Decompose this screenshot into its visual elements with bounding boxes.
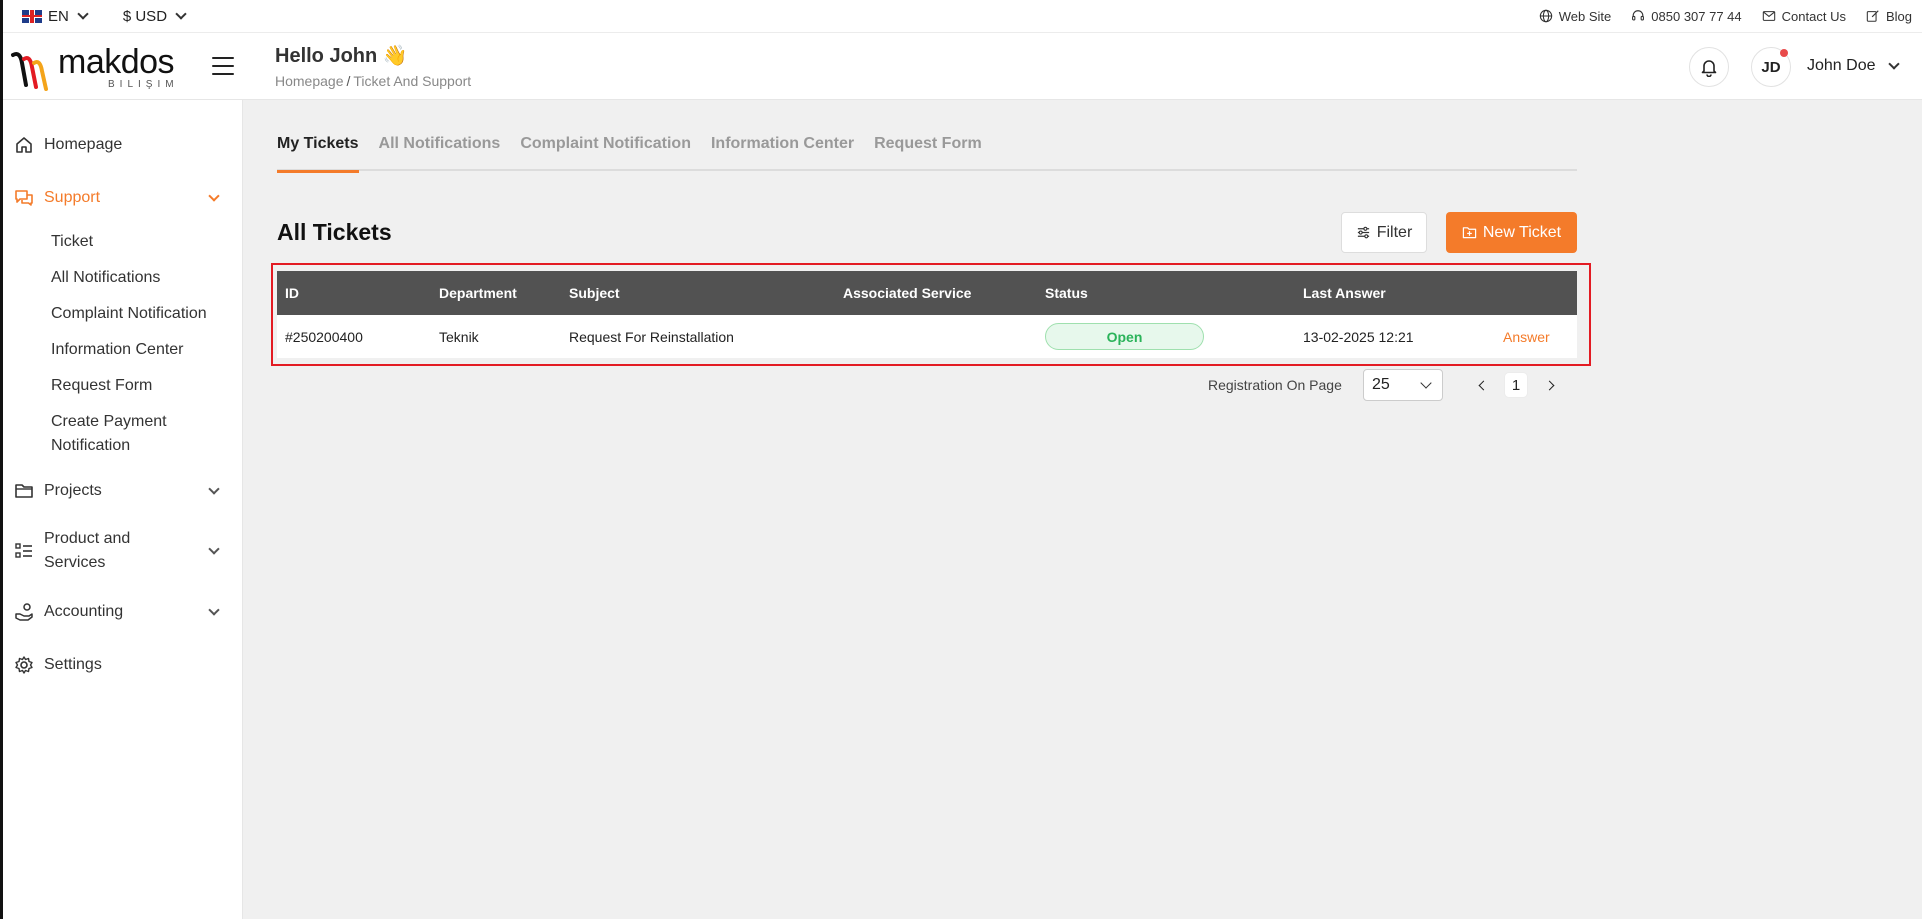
sidebar-subitem-request-form[interactable]: Request Form	[51, 374, 241, 398]
phone-label: 0850 307 77 44	[1651, 8, 1742, 24]
menu-toggle-button[interactable]	[212, 57, 234, 75]
headset-icon	[1632, 10, 1645, 21]
contact-link[interactable]: Contact Us	[1762, 9, 1846, 24]
edit-icon	[1866, 10, 1879, 22]
uk-flag-icon	[22, 9, 42, 23]
sidebar-item-support[interactable]: Support	[14, 186, 224, 210]
tab-bar: My Tickets All Notifications Complaint N…	[277, 131, 1577, 173]
tab-information-center[interactable]: Information Center	[711, 131, 854, 171]
tab-my-tickets[interactable]: My Tickets	[277, 131, 359, 173]
sidebar-item-label: Accounting	[44, 603, 124, 620]
tab-request-form[interactable]: Request Form	[874, 131, 982, 171]
avatar-initials: JD	[1761, 58, 1781, 76]
logo-mark-icon	[11, 52, 48, 91]
sidebar-item-homepage[interactable]: Homepage	[14, 133, 224, 157]
blog-link[interactable]: Blog	[1866, 9, 1912, 24]
chevron-down-icon	[208, 190, 220, 202]
sidebar-item-projects[interactable]: Projects	[14, 479, 224, 503]
tab-complaint-notification[interactable]: Complaint Notification	[520, 131, 691, 171]
breadcrumb-separator: /	[346, 73, 351, 89]
new-ticket-button[interactable]: New Ticket	[1446, 212, 1577, 253]
chevron-down-icon	[77, 7, 89, 20]
prev-page-button[interactable]	[1474, 377, 1490, 393]
sidebar: Homepage Support Ticket All Notification…	[0, 100, 243, 919]
sidebar-item-accounting[interactable]: Accounting	[14, 600, 224, 624]
next-page-button[interactable]	[1543, 377, 1559, 393]
chevron-down-icon	[208, 543, 220, 555]
user-menu[interactable]: John Doe	[1807, 57, 1900, 75]
add-folder-icon	[1462, 227, 1477, 239]
new-ticket-label: New Ticket	[1482, 223, 1562, 241]
logo-wordmark: makdos	[58, 43, 175, 81]
chevron-left-icon	[1478, 380, 1489, 390]
user-name: John Doe	[1807, 57, 1876, 74]
selection-highlight-box	[271, 263, 1591, 366]
sidebar-item-label: Homepage	[44, 136, 123, 153]
per-page-label: Registration On Page	[1208, 377, 1342, 393]
breadcrumb-home[interactable]: Homepage	[275, 73, 344, 89]
sidebar-subitem-information-center[interactable]: Information Center	[51, 338, 241, 362]
chevron-down-icon	[175, 7, 187, 20]
top-utility-bar: EN $ USD Web Site 0850 307 77 44 Contact…	[0, 0, 1922, 33]
chevron-down-icon	[1420, 377, 1432, 389]
chevron-down-icon	[1887, 57, 1900, 70]
filter-button[interactable]: Filter	[1341, 212, 1427, 253]
sidebar-item-settings[interactable]: Settings	[14, 653, 224, 677]
contact-label: Contact Us	[1781, 8, 1846, 24]
currency-label: $ USD	[122, 7, 168, 25]
sidebar-item-label: Support	[44, 189, 101, 206]
per-page-value: 25	[1372, 376, 1390, 393]
greeting: Hello John 👋	[275, 45, 408, 67]
sidebar-subitem-all-notifications[interactable]: All Notifications	[51, 266, 241, 290]
sidebar-subitem-complaint-notification[interactable]: Complaint Notification	[51, 302, 241, 326]
avatar[interactable]: JD	[1751, 47, 1791, 87]
sidebar-item-product-services[interactable]: Product and Services	[14, 527, 224, 575]
sidebar-item-label: Settings	[44, 656, 102, 673]
globe-icon	[1539, 9, 1552, 23]
status-dot	[1780, 49, 1788, 57]
sidebar-subitem-create-payment-notification[interactable]: Create Payment Notification	[51, 410, 211, 458]
language-label: EN	[48, 7, 69, 25]
language-selector[interactable]: EN	[22, 7, 89, 25]
currency-selector[interactable]: $ USD	[122, 7, 187, 25]
notifications-button[interactable]	[1689, 47, 1729, 87]
mail-icon	[1762, 11, 1775, 21]
list-icon	[15, 543, 32, 558]
breadcrumb: Homepage / Ticket And Support	[275, 73, 471, 89]
bell-icon	[1701, 60, 1717, 77]
breadcrumb-current: Ticket And Support	[353, 73, 472, 89]
tab-all-notifications[interactable]: All Notifications	[379, 131, 501, 171]
app-header: makdos BILIŞIM Hello John 👋 Homepage / Tic…	[0, 33, 1922, 100]
website-label: Web Site	[1558, 8, 1612, 24]
chevron-right-icon	[1544, 380, 1555, 390]
makdos-logo[interactable]: makdos BILIŞIM	[10, 43, 175, 91]
sidebar-item-label: Projects	[44, 482, 102, 499]
logo-subtext: BILIŞIM	[108, 79, 179, 90]
page-title: All Tickets	[277, 219, 392, 245]
sliders-icon	[1357, 226, 1369, 239]
phone-link[interactable]: 0850 307 77 44	[1631, 8, 1742, 24]
sidebar-subitem-ticket[interactable]: Ticket	[51, 230, 241, 254]
folder-icon	[15, 484, 33, 498]
chevron-down-icon	[208, 483, 220, 495]
website-link[interactable]: Web Site	[1539, 8, 1612, 24]
chat-icon	[15, 190, 33, 206]
chevron-down-icon	[208, 604, 220, 616]
hamburger-icon	[212, 57, 234, 59]
money-hand-icon	[15, 603, 33, 621]
sidebar-item-label: Product and Services	[44, 530, 131, 571]
filter-label: Filter	[1376, 223, 1413, 241]
gear-icon	[15, 656, 33, 674]
blog-label: Blog	[1885, 8, 1912, 24]
home-icon	[16, 137, 32, 153]
per-page-select[interactable]: 25	[1363, 369, 1443, 401]
window-edge	[0, 0, 3, 919]
page-number-button[interactable]: 1	[1505, 373, 1527, 397]
